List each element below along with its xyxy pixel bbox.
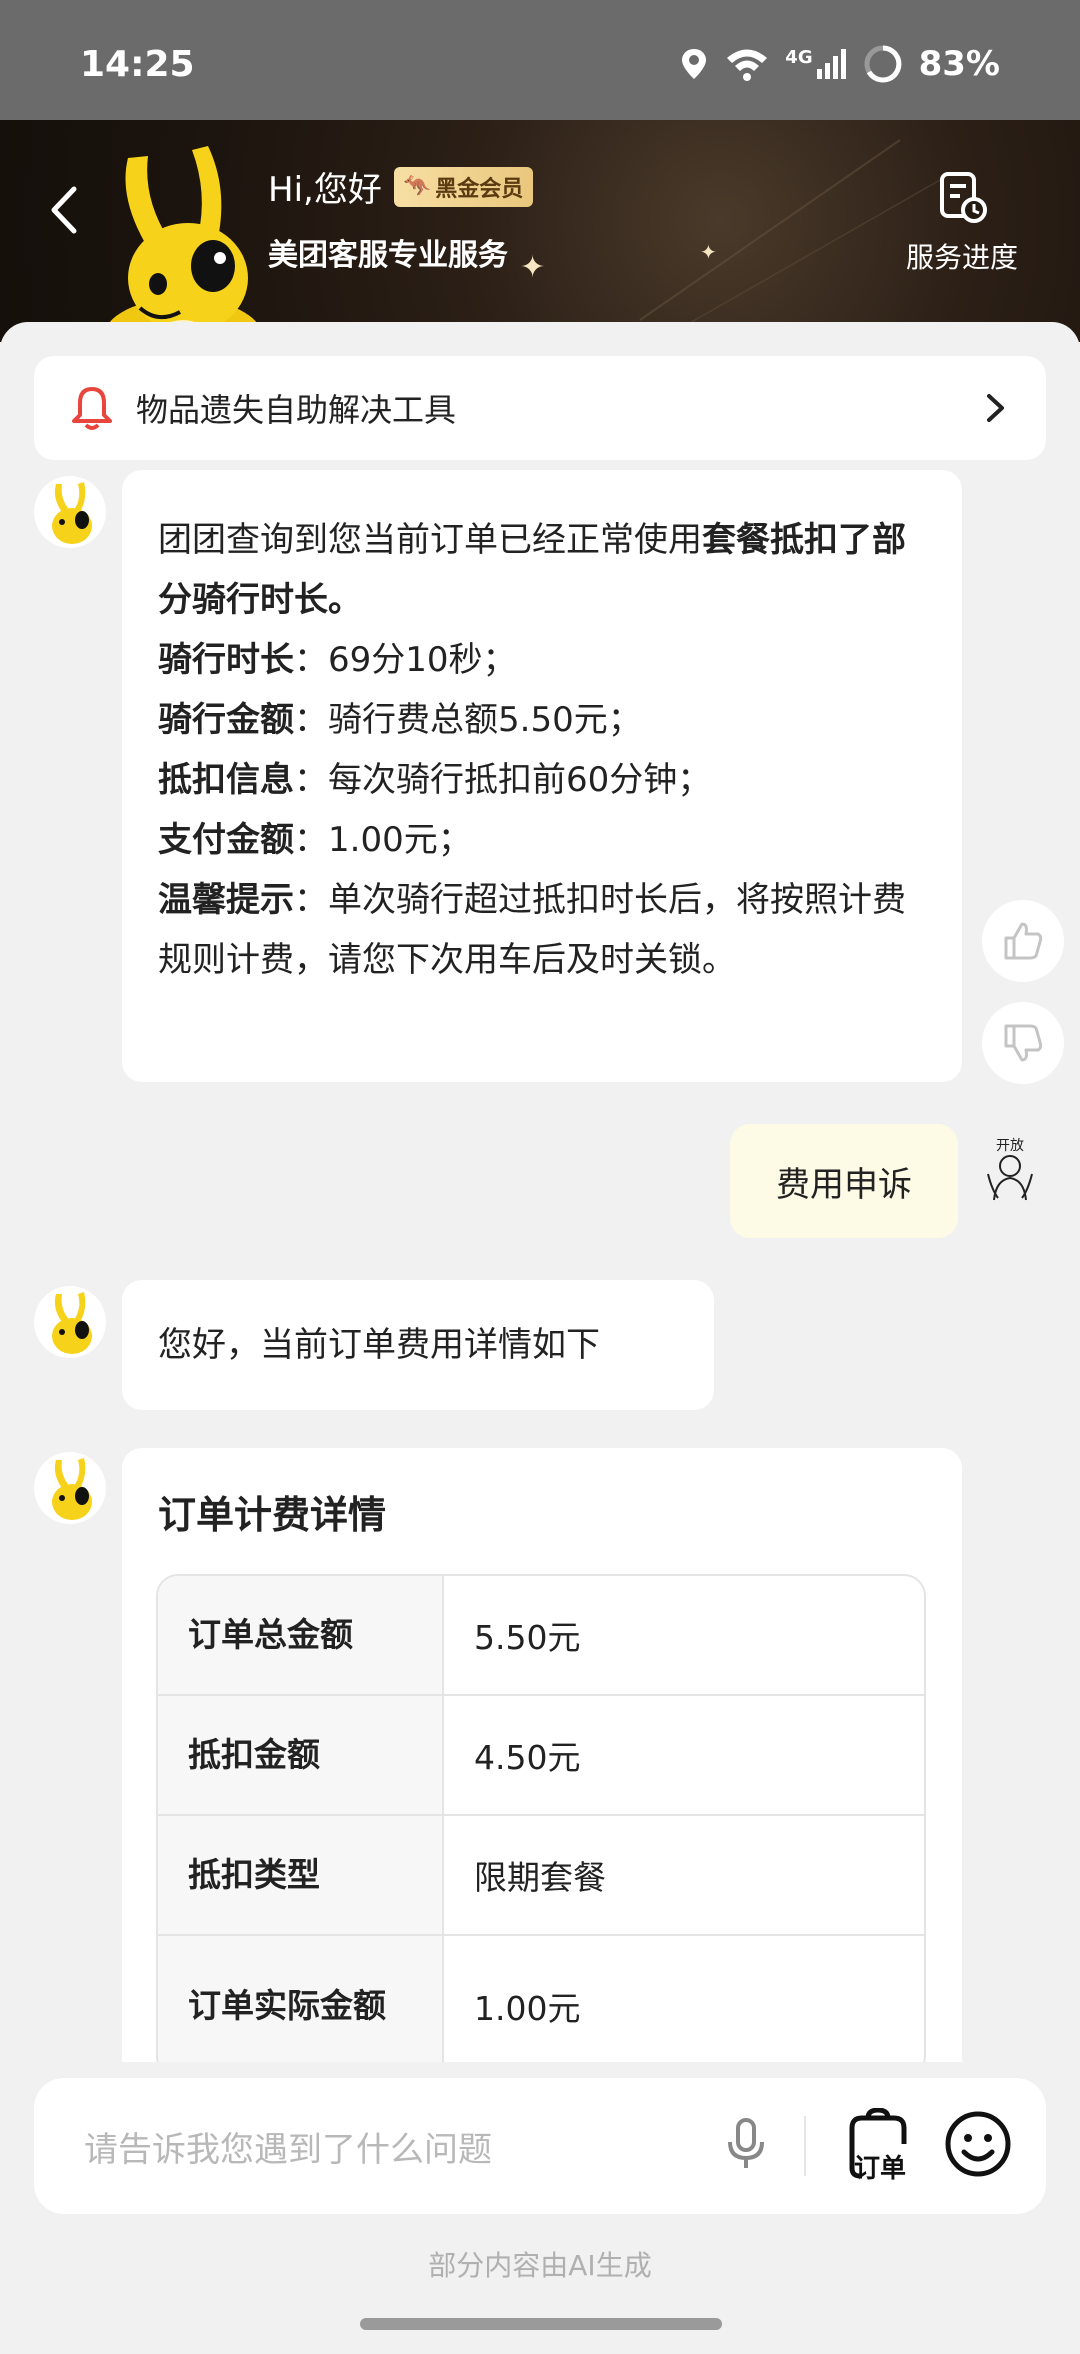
- deduction-info-label: 抵扣信息: [158, 760, 294, 800]
- greeting-row: Hi,您好 🦘 黑金会员: [268, 162, 534, 211]
- divider: [804, 2116, 806, 2176]
- table-value: 1.00元: [474, 1989, 581, 2028]
- wifi-icon: [725, 47, 769, 81]
- separator: ：: [294, 640, 328, 680]
- bot-message-bubble: 团团查询到您当前订单已经正常使用套餐抵扣了部分骑行时长。 骑行时长：69分10秒…: [122, 470, 962, 1082]
- mascot-kangaroo-image: [103, 146, 263, 342]
- table-value: 5.50元: [474, 1618, 581, 1657]
- table-key: 抵扣金额: [158, 1696, 444, 1814]
- vip-badge-label: 黑金会员: [435, 176, 524, 202]
- chat-area[interactable]: 物品遗失自助解决工具 团团查询到您当前订单已经正常使用套餐抵扣了部分骑行时长。 …: [0, 322, 1080, 2062]
- document-clock-icon: [940, 172, 987, 223]
- smiley-icon: [945, 2111, 1011, 2177]
- bot-message-text: 您好，当前订单费用详情如下: [158, 1325, 600, 1365]
- separator: ：: [294, 820, 328, 860]
- emoji-button[interactable]: [942, 2108, 1014, 2184]
- battery-icon: [863, 44, 903, 84]
- microphone-icon: [728, 2118, 764, 2168]
- vip-badge: 🦘 黑金会员: [393, 166, 534, 207]
- table-key: 抵扣类型: [158, 1816, 444, 1934]
- order-button[interactable]: 订单: [842, 2107, 922, 2188]
- lost-item-tool-banner[interactable]: 物品遗失自助解决工具: [34, 356, 1046, 460]
- order-button-label: 订单: [854, 2154, 907, 2184]
- home-indicator[interactable]: [360, 2318, 722, 2330]
- user-avatar: 开放: [974, 1134, 1046, 1206]
- thumbs-down-button[interactable]: [982, 1002, 1064, 1084]
- bot-message-text: 团团查询到您当前订单已经正常使用套餐抵扣了部分骑行时长。 骑行时长：69分10秒…: [158, 510, 926, 990]
- kangaroo-badge-icon: 🦘: [403, 174, 432, 199]
- ride-duration-value: 69分10秒；: [328, 640, 517, 680]
- status-icons: 4G 83%: [679, 44, 1000, 84]
- table-key: 订单总金额: [158, 1576, 444, 1694]
- header-subtitle: 美团客服专业服务: [268, 238, 508, 273]
- table-value: 限期套餐: [474, 1858, 606, 1897]
- location-icon: [679, 47, 709, 81]
- status-time: 14:25: [80, 44, 195, 85]
- user-message-bubble: 费用申诉: [730, 1124, 958, 1238]
- paid-amount-label: 支付金额: [158, 820, 294, 860]
- ai-generated-note: 部分内容由AI生成: [428, 2249, 652, 2282]
- sparkle-decoration: ✦: [520, 250, 546, 285]
- separator: ：: [294, 880, 328, 920]
- signal-icon: 4G: [785, 47, 846, 81]
- thumbs-up-button[interactable]: [982, 900, 1064, 982]
- greeting-text: Hi,您好: [268, 170, 382, 210]
- thumbs-up-icon: [1004, 922, 1043, 960]
- voice-input-button[interactable]: [724, 2116, 768, 2176]
- mascot-avatar-icon: [52, 482, 92, 544]
- service-progress-label: 服务进度: [905, 241, 1018, 274]
- service-progress-button[interactable]: 服务进度: [882, 170, 1042, 276]
- order-detail-table: 订单总金额 5.50元 抵扣金额 4.50元 抵扣类型 限期套餐 订单实际金额 …: [156, 1574, 926, 2062]
- message-input-bar: 请告诉我您遇到了什么问题 订单: [34, 2078, 1046, 2214]
- chevron-left-icon: [51, 186, 77, 234]
- user-avatar-text: 开放: [996, 1138, 1024, 1154]
- chat-header: ✦ ✦ Hi,您好 🦘 黑金会员 美团客服专业服务 服务进度: [0, 120, 1080, 342]
- message-input[interactable]: 请告诉我您遇到了什么问题: [84, 2122, 492, 2171]
- order-detail-card: 订单计费详情 订单总金额 5.50元 抵扣金额 4.50元 抵扣类型 限期套餐 …: [122, 1448, 962, 2062]
- deduction-info-value: 每次骑行抵扣前60分钟；: [328, 760, 712, 800]
- paid-amount-value: 1.00元；: [328, 820, 472, 860]
- lost-item-tool-label: 物品遗失自助解决工具: [136, 391, 457, 429]
- back-button[interactable]: [40, 175, 90, 245]
- bot-avatar: [34, 476, 106, 548]
- thumbs-down-icon: [1004, 1024, 1043, 1062]
- ride-amount-value: 骑行费总额5.50元；: [328, 700, 642, 740]
- order-detail-title: 订单计费详情: [158, 1493, 387, 1537]
- user-message-text: 费用申诉: [776, 1164, 912, 1205]
- bell-icon: [72, 387, 112, 430]
- table-row: 抵扣类型 限期套餐: [158, 1816, 924, 1936]
- table-row: 订单实际金额 1.00元: [158, 1936, 924, 2062]
- table-value: 4.50元: [474, 1738, 581, 1777]
- table-row: 抵扣金额 4.50元: [158, 1696, 924, 1816]
- bot-avatar: [34, 1286, 106, 1358]
- bot-message-bubble: 您好，当前订单费用详情如下: [122, 1280, 714, 1410]
- ride-duration-label: 骑行时长: [158, 640, 294, 680]
- separator: ：: [294, 760, 328, 800]
- tip-label: 温馨提示: [158, 880, 294, 920]
- battery-percent: 83%: [918, 44, 1000, 84]
- user-avatar-drawing: 开放: [987, 1138, 1033, 1201]
- ride-amount-label: 骑行金额: [158, 700, 294, 740]
- status-bar: 14:25 4G 83%: [0, 0, 1080, 120]
- bot-avatar: [34, 1452, 106, 1524]
- chevron-right-icon: [987, 394, 1004, 422]
- mascot-avatar-icon: [52, 1292, 92, 1354]
- separator: ：: [294, 700, 328, 740]
- network-type: 4G: [785, 47, 813, 68]
- mascot-avatar-icon: [52, 1458, 92, 1520]
- table-key: 订单实际金额: [158, 1936, 444, 2062]
- bot-message-intro: 团团查询到您当前订单已经正常使用: [158, 520, 702, 560]
- table-row: 订单总金额 5.50元: [158, 1576, 924, 1696]
